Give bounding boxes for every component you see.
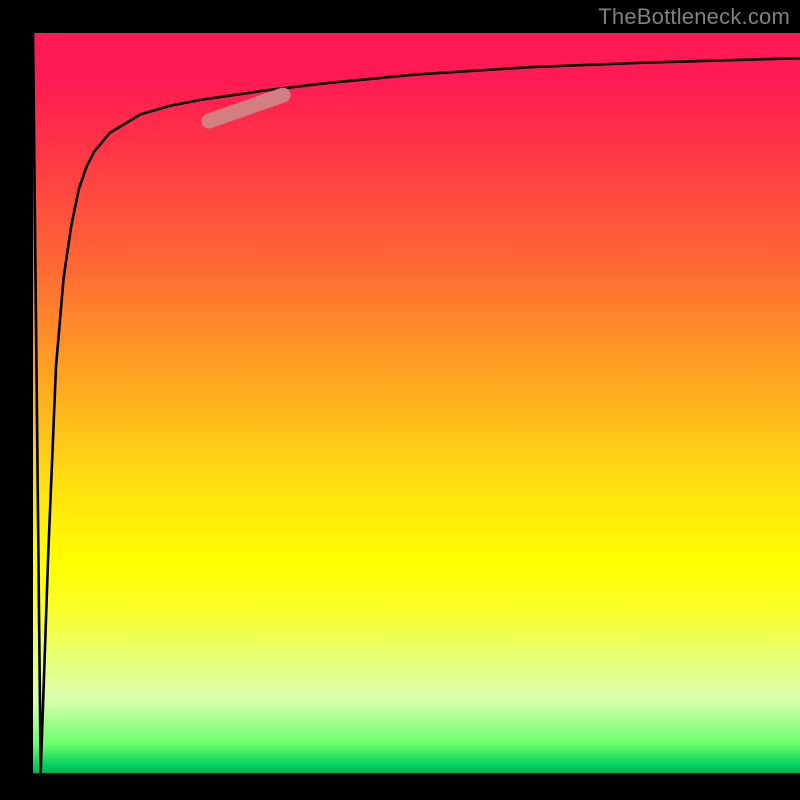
- plot-gradient-background: [33, 33, 800, 773]
- chart-frame: TheBottleneck.com: [0, 0, 800, 800]
- watermark-text: TheBottleneck.com: [598, 4, 790, 30]
